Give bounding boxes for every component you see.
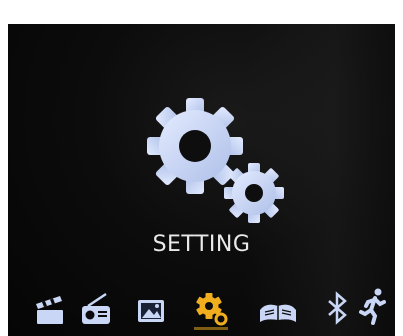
film-clapper-icon	[36, 296, 63, 324]
settings-hero-icon	[140, 90, 290, 230]
bluetooth-icon	[328, 291, 347, 325]
book-icon	[260, 304, 296, 322]
screen: SETTING	[8, 24, 395, 336]
menu-item-settings[interactable]	[192, 276, 232, 332]
menu-item-radio[interactable]	[76, 276, 116, 332]
bottom-menu-bar	[8, 276, 395, 336]
radio-icon	[82, 292, 110, 324]
device-frame: SETTING	[0, 0, 403, 336]
photo-icon	[138, 300, 164, 322]
menu-item-photo[interactable]	[131, 276, 171, 332]
menu-item-video[interactable]	[30, 276, 70, 332]
settings-gear-icon	[196, 293, 228, 326]
screen-title: SETTING	[152, 232, 251, 257]
menu-item-bluetooth[interactable]	[318, 276, 358, 332]
menu-item-ebook[interactable]	[256, 276, 296, 332]
menu-item-fitness[interactable]	[353, 276, 393, 332]
runner-icon	[359, 288, 386, 325]
active-indicator	[194, 327, 228, 330]
